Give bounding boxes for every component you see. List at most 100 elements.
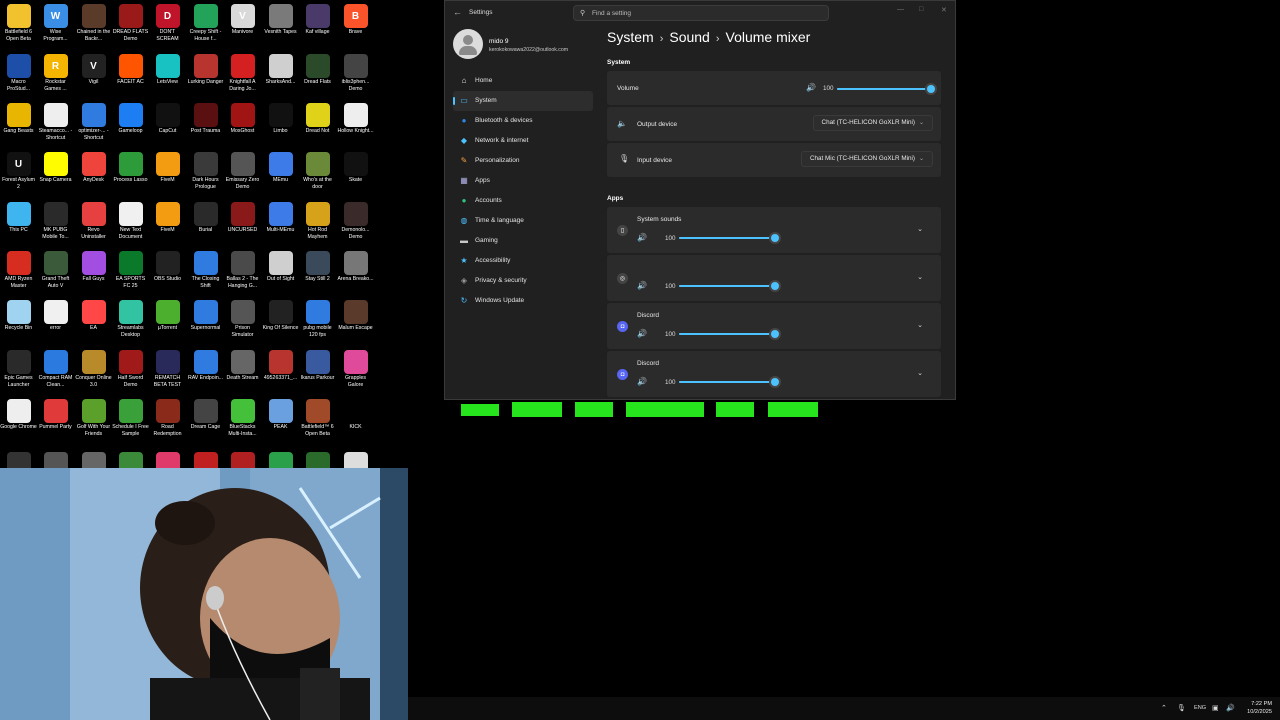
chevron-down-icon[interactable]: ⌄ (917, 321, 923, 329)
desktop-icon[interactable]: Grapples Galore (337, 348, 374, 388)
desktop-icon[interactable]: SharksAnd... (262, 52, 299, 86)
desktop-icon[interactable]: D DON'T SCREAM (149, 2, 186, 42)
desktop-icon[interactable]: KICK (337, 397, 374, 431)
search-input[interactable] (592, 8, 812, 18)
app-volume-slider[interactable] (679, 330, 779, 338)
desktop-icon[interactable]: RAV Endpoin... (187, 348, 224, 382)
desktop-icon[interactable]: Knightfall A Daring Jo... (224, 52, 261, 92)
desktop-icon[interactable]: Steamacco... - Shortcut (37, 101, 74, 141)
desktop-icon[interactable]: FiveM (149, 200, 186, 234)
desktop-icon[interactable]: Gameloop (112, 101, 149, 135)
desktop-icon[interactable]: Compact RAM Clean... (37, 348, 74, 388)
speaker-icon[interactable]: 🔊 (637, 377, 647, 386)
desktop-icon[interactable]: AnyDesk (75, 150, 112, 184)
maximize-icon[interactable]: □ (919, 6, 923, 13)
sidebar-item-bluetooth[interactable]: ● Bluetooth & devices (453, 111, 593, 131)
desktop-icon[interactable]: Emissary Zero Demo (224, 150, 261, 190)
desktop-icon[interactable]: Battlefield™ 6 Open Beta (299, 397, 336, 437)
desktop-icon[interactable]: Death Stream (224, 348, 261, 382)
desktop-icon[interactable]: Out of Sight (262, 249, 299, 283)
volume-icon[interactable]: 🔊 (1226, 704, 1235, 712)
desktop-icon[interactable]: Limbo (262, 101, 299, 135)
app-volume-slider-thumb[interactable] (771, 330, 779, 338)
search-box[interactable]: ⚲ (573, 5, 829, 21)
desktop-icon[interactable]: Epic Games Launcher (0, 348, 37, 388)
desktop-icon[interactable]: iblis3phen... Demo (337, 52, 374, 92)
desktop-icon[interactable]: Dream Cage (187, 397, 224, 431)
desktop-icon[interactable]: Multi-MEmu (262, 200, 299, 234)
speaker-icon[interactable]: 🔊 (806, 83, 816, 92)
minimize-icon[interactable]: — (897, 6, 904, 13)
language-indicator[interactable]: ENG (1194, 705, 1206, 711)
app-volume-slider-thumb[interactable] (771, 234, 779, 242)
desktop-icon[interactable]: Lurking Danger (187, 52, 224, 86)
app-volume-slider-thumb[interactable] (771, 282, 779, 290)
desktop-icon[interactable]: This PC (0, 200, 37, 234)
sidebar-item-globe[interactable]: ◍ Time & language (453, 211, 593, 231)
speaker-icon[interactable]: 🔊 (637, 281, 647, 290)
desktop-icon[interactable]: REMATCH BETA TEST (149, 348, 186, 388)
desktop-icon[interactable]: King Of Silence (262, 298, 299, 332)
desktop-icon[interactable]: Dread Not (299, 101, 336, 135)
app-volume-slider[interactable] (679, 378, 779, 386)
sidebar-item-brush[interactable]: ✎ Personalization (453, 151, 593, 171)
sidebar-item-gaming[interactable]: ▬ Gaming (453, 231, 593, 251)
desktop-icon[interactable]: LetsView (149, 52, 186, 86)
desktop-icon[interactable]: Recycle Bin (0, 298, 37, 332)
clock[interactable]: 7:22 PM 10/2/2025 (1247, 700, 1272, 716)
network-icon[interactable]: ▣ (1212, 704, 1219, 712)
desktop-icon[interactable]: Prison Simulator (224, 298, 261, 338)
desktop-icon[interactable]: error (37, 298, 74, 332)
desktop-icon[interactable]: Google Chrome (0, 397, 37, 431)
output-device-dropdown[interactable]: Chat (TC-HELICON GoXLR Mini) ⌄ (812, 115, 933, 131)
desktop-icon[interactable]: Pummel Party (37, 397, 74, 431)
desktop-icon[interactable]: Burial (187, 200, 224, 234)
desktop-icon[interactable]: PEAK (262, 397, 299, 431)
input-device-dropdown[interactable]: Chat Mic (TC-HELICON GoXLR Mini) ⌄ (801, 151, 933, 167)
desktop-icon[interactable]: The Closing Shift (187, 249, 224, 289)
speaker-icon[interactable]: 🔊 (637, 233, 647, 242)
microphone-icon[interactable]: 🎙 (1177, 704, 1186, 712)
desktop-icon[interactable]: W Wise Program... (37, 2, 74, 42)
desktop-icon[interactable]: Who's at the door (299, 150, 336, 190)
desktop-icon[interactable]: Snap Camera (37, 150, 74, 184)
desktop-icon[interactable]: R Rockstar Games ... (37, 52, 74, 92)
desktop-icon[interactable]: Vesnith Tapes (262, 2, 299, 36)
desktop-icon[interactable]: pubg mobile 120 fps (299, 298, 336, 338)
desktop-icon[interactable]: Supernormal (187, 298, 224, 332)
desktop-icon[interactable]: CapCut (149, 101, 186, 135)
desktop-icon[interactable]: Fall Guys (75, 249, 112, 283)
chevron-down-icon[interactable]: ⌄ (917, 225, 923, 233)
desktop-icon[interactable]: Process Lasso (112, 150, 149, 184)
desktop-icon[interactable]: AMD Ryzen Master (0, 249, 37, 289)
user-profile[interactable]: mido 9 kerokokowawa2022@outlook.com (453, 29, 603, 61)
desktop-icon[interactable]: B Brave (337, 2, 374, 36)
sidebar-item-update[interactable]: ↻ Windows Update (453, 291, 593, 311)
desktop-icon[interactable]: Stay Still 2 (299, 249, 336, 283)
app-volume-slider-thumb[interactable] (771, 378, 779, 386)
app-volume-slider[interactable] (679, 282, 779, 290)
desktop-icon[interactable]: Dread Flats (299, 52, 336, 86)
desktop-icon[interactable]: Battlefield 6 Open Beta (0, 2, 37, 42)
app-volume-slider[interactable] (679, 234, 779, 242)
desktop-icon[interactable]: Creepy Shift - House f... (187, 2, 224, 42)
desktop-icon[interactable]: EA SPORTS FC 25 (112, 249, 149, 289)
desktop-icon[interactable]: Schedule I Free Sample (112, 397, 149, 437)
desktop-icon[interactable]: Road Redemption (149, 397, 186, 437)
sidebar-item-shield[interactable]: ◈ Privacy & security (453, 271, 593, 291)
desktop-icon[interactable]: BlueStacks Multi-Insta... (224, 397, 261, 437)
desktop-icon[interactable]: Ballas 2 - The Hanging G... (224, 249, 261, 289)
desktop-icon[interactable]: Revo Uninstaller (75, 200, 112, 240)
desktop-icon[interactable]: optimizer-... - Shortcut (75, 101, 112, 141)
desktop-icon[interactable]: MEmu (262, 150, 299, 184)
desktop-icon[interactable]: Hollow Knight... (337, 101, 374, 135)
desktop-icon[interactable]: V Manivore (224, 2, 261, 36)
sidebar-item-accounts[interactable]: ● Accounts (453, 191, 593, 211)
desktop-icon[interactable]: Ikarus Parkour (299, 348, 336, 382)
desktop-icon[interactable]: V Vigil (75, 52, 112, 86)
desktop-icon[interactable]: Skate (337, 150, 374, 184)
desktop-icon[interactable]: EA (75, 298, 112, 332)
sidebar-item-accessibility[interactable]: ★ Accessibility (453, 251, 593, 271)
close-icon[interactable]: ✕ (941, 6, 947, 14)
desktop-icon[interactable]: µTorrent (149, 298, 186, 332)
